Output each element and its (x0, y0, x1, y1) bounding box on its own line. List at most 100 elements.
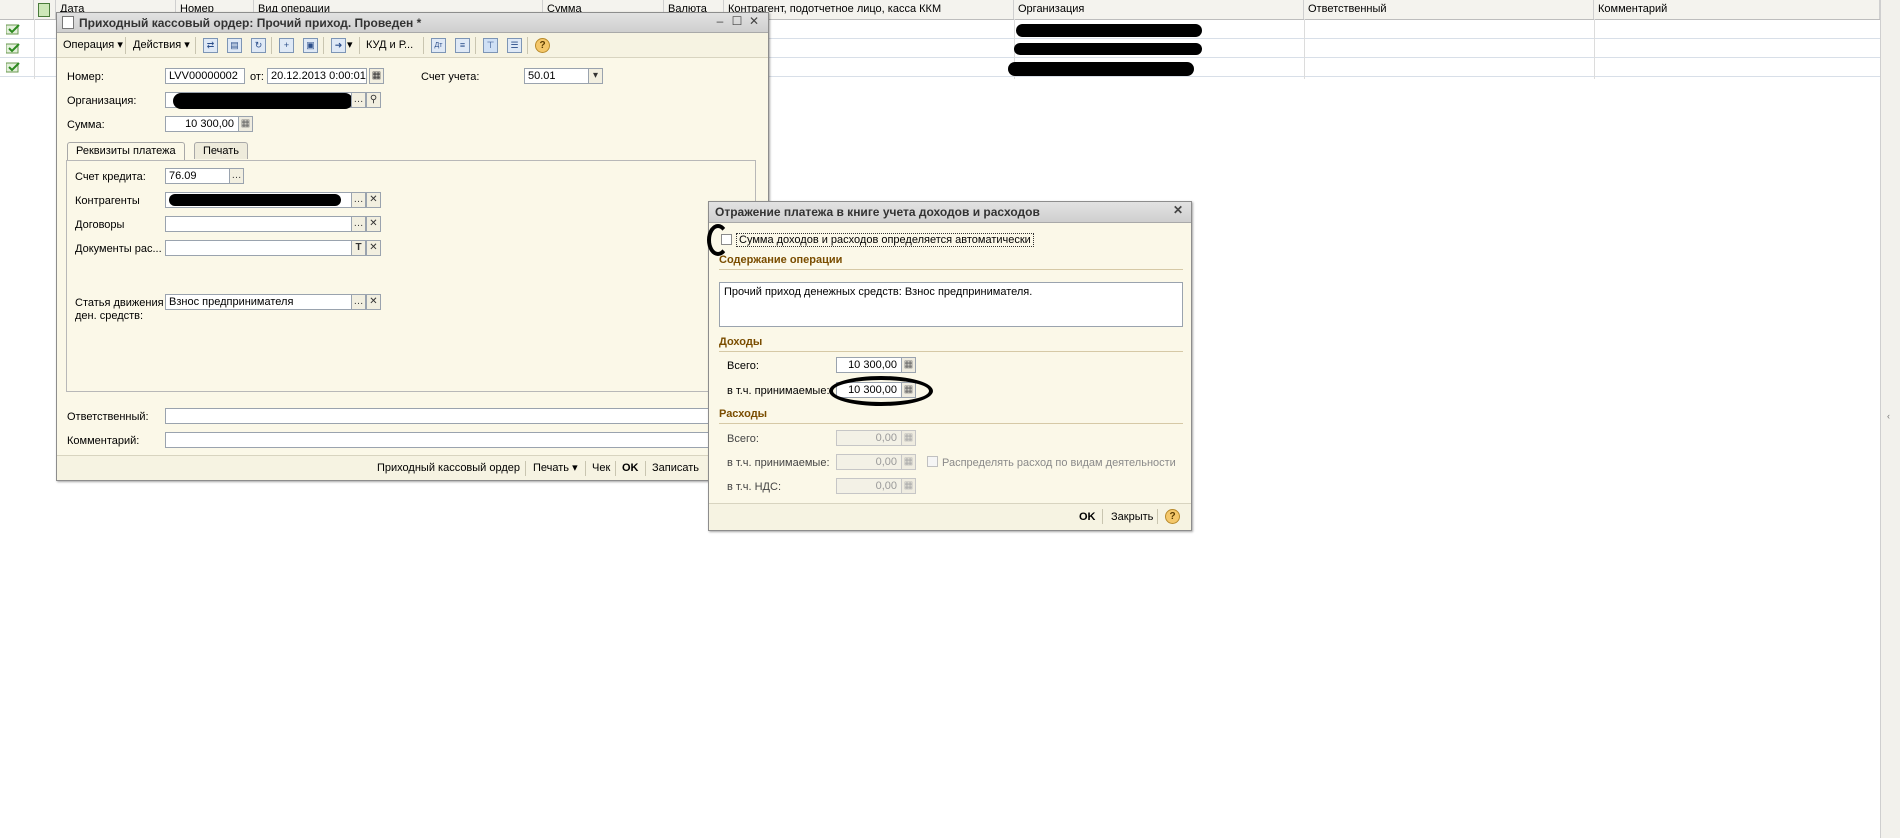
select-ellipsis-icon[interactable]: … (229, 168, 244, 184)
calculator-icon[interactable]: ▦ (901, 430, 916, 446)
report-icon[interactable]: ≡ (455, 38, 470, 53)
toolbar-separator (125, 37, 126, 54)
close-button[interactable]: Закрыть (1111, 509, 1153, 525)
dialog-footer: OK Закрыть ? (709, 503, 1191, 530)
actions-menu-button[interactable]: Действия ▾ (133, 37, 190, 53)
cashflow-field[interactable]: Взнос предпринимателя (165, 294, 353, 310)
tree-view-icon[interactable]: ⊤ (483, 38, 498, 53)
credit-account-field[interactable]: 76.09 (165, 168, 231, 184)
posted-check-icon (5, 43, 20, 54)
auto-sum-label[interactable]: Сумма доходов и расходов определяется ав… (736, 233, 1034, 247)
list-view-icon[interactable]: ☰ (507, 38, 522, 53)
credit-account-label: Счет кредита: (75, 171, 146, 183)
posted-check-icon (5, 24, 20, 35)
annotation-marker (829, 376, 933, 406)
select-ellipsis-icon[interactable]: … (351, 294, 366, 310)
footer-separator (615, 461, 616, 476)
ok-button[interactable]: OK (622, 460, 639, 476)
annotation-marker (707, 224, 729, 256)
contractors-label: Контрагенты (75, 195, 140, 207)
column-divider (1594, 19, 1595, 79)
close-icon[interactable]: ✕ (1171, 204, 1185, 218)
order-footer: Приходный кассовый ордер Печать ▾ Чек OK… (57, 455, 768, 480)
tab-print[interactable]: Печать (194, 142, 249, 159)
distribute-expense-checkbox[interactable] (927, 456, 938, 467)
dialog-title-bar[interactable]: Отражение платежа в книге учета доходов … (709, 202, 1191, 223)
list-vertical-scrollbar[interactable]: ‹ (1880, 0, 1900, 838)
search-icon[interactable]: ⚲ (366, 92, 381, 108)
date-field[interactable]: 20.12.2013 0:00:01 (267, 68, 367, 84)
toolbar-separator (271, 37, 272, 54)
clear-icon[interactable]: ✕ (366, 240, 381, 256)
calculator-icon[interactable]: ▦ (901, 357, 916, 373)
print-menu-button[interactable]: Печать ▾ (533, 460, 578, 476)
vat-label: в т.ч. НДС: (727, 481, 782, 493)
number-label: Номер: (67, 71, 104, 83)
list-col-icon[interactable] (34, 0, 56, 19)
operation-menu-label: Операция (63, 39, 115, 51)
redaction-mark (173, 93, 353, 109)
payment-reflection-dialog: Отражение платежа в книге учета доходов … (707, 201, 1192, 531)
maximize-icon[interactable]: ☐ (730, 15, 744, 29)
list-col-organization[interactable]: Организация (1014, 0, 1304, 19)
responsible-field[interactable] (165, 408, 755, 424)
redaction-mark (169, 194, 341, 206)
chevron-down-icon[interactable]: ▾ (588, 68, 603, 84)
list-col-status[interactable] (0, 0, 34, 19)
kud-button[interactable]: КУД и Р... (366, 37, 413, 53)
calculator-icon[interactable]: ▦ (238, 116, 253, 132)
move-icon[interactable]: ⇄ (203, 38, 218, 53)
text-type-icon[interactable]: T (351, 240, 366, 256)
debit-credit-icon[interactable]: Дт (431, 38, 446, 53)
window-title-bar[interactable]: Приходный кассовый ордер: Прочий приход.… (57, 13, 768, 33)
go-dropdown-icon[interactable]: ▾ (347, 37, 353, 53)
contracts-field[interactable] (165, 216, 353, 232)
actions-menu-label: Действия (133, 39, 182, 51)
clear-icon[interactable]: ✕ (366, 294, 381, 310)
cash-order-print-button[interactable]: Приходный кассовый ордер (377, 460, 520, 476)
income-total-label: Всего: (727, 360, 759, 372)
receipt-button[interactable]: Чек (592, 460, 610, 476)
ok-button[interactable]: OK (1079, 509, 1096, 525)
minimize-icon[interactable]: – (713, 15, 727, 29)
footer-separator (1157, 509, 1158, 524)
documents-label: Документы рас... (75, 243, 162, 255)
cash-order-window: Приходный кассовый ордер: Прочий приход.… (56, 12, 769, 481)
comment-field[interactable] (165, 432, 755, 448)
calculator-icon[interactable]: ▦ (901, 454, 916, 470)
select-ellipsis-icon[interactable]: … (351, 92, 366, 108)
close-icon[interactable]: ✕ (747, 15, 761, 29)
calculator-icon[interactable]: ▦ (901, 478, 916, 494)
refresh-icon[interactable]: ↻ (251, 38, 266, 53)
documents-field[interactable] (165, 240, 353, 256)
save-button[interactable]: Записать (652, 460, 699, 476)
calendar-icon[interactable]: ▦ (369, 68, 384, 84)
list-col-responsible[interactable]: Ответственный (1304, 0, 1594, 19)
structure-icon[interactable]: ▣ (303, 38, 318, 53)
help-icon[interactable]: ? (1165, 509, 1180, 524)
column-divider (34, 19, 35, 79)
enter-based-icon[interactable]: + (279, 38, 294, 53)
select-ellipsis-icon[interactable]: … (351, 192, 366, 208)
operation-content-textarea[interactable]: Прочий приход денежных средств: Взнос пр… (719, 282, 1183, 327)
clear-icon[interactable]: ✕ (366, 216, 381, 232)
document-icon (38, 3, 50, 17)
post-icon[interactable]: ▤ (227, 38, 242, 53)
go-icon[interactable]: ➜ (331, 38, 346, 53)
document-icon (62, 16, 74, 29)
posted-check-icon (5, 62, 20, 73)
operation-content-section: Содержание операции (719, 254, 843, 266)
income-accepted-label: в т.ч. принимаемые: (727, 385, 830, 397)
tab-payment-details[interactable]: Реквизиты платежа (67, 142, 185, 160)
redaction-mark (1016, 24, 1202, 37)
list-col-comment[interactable]: Комментарий (1594, 0, 1880, 19)
account-field[interactable]: 50.01 (524, 68, 590, 84)
footer-separator (1102, 509, 1103, 524)
help-icon[interactable]: ? (535, 38, 550, 53)
sum-label: Сумма: (67, 119, 105, 131)
number-field[interactable]: LVV00000002 (165, 68, 245, 84)
select-ellipsis-icon[interactable]: … (351, 216, 366, 232)
scroll-arrow-icon: ‹ (1887, 411, 1890, 421)
clear-icon[interactable]: ✕ (366, 192, 381, 208)
operation-menu-button[interactable]: Операция ▾ (63, 37, 123, 53)
